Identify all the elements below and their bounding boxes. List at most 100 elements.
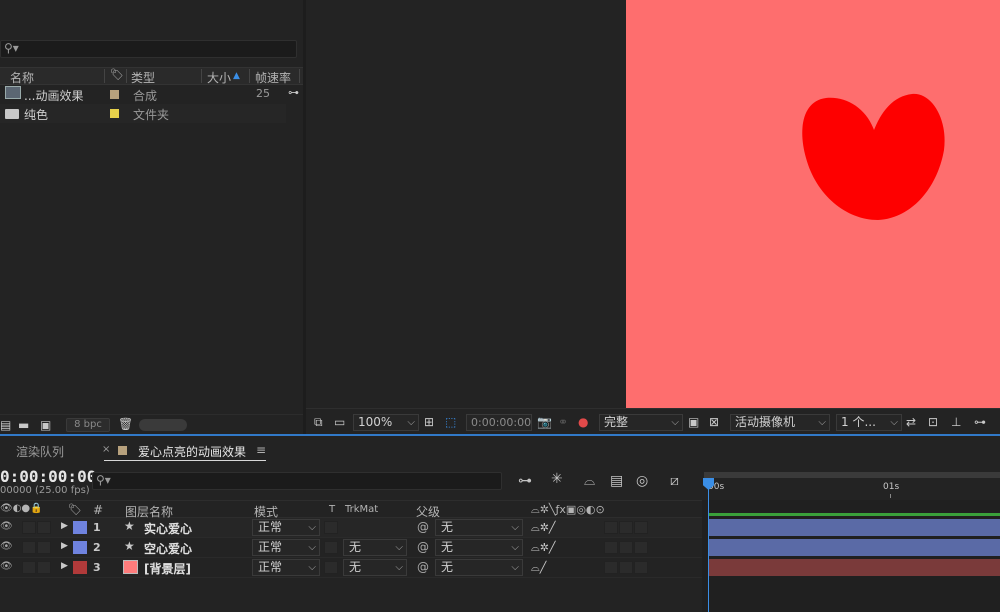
fit-to-frame-icon[interactable]: ⊞ <box>424 415 434 429</box>
resolution-dropdown[interactable]: 完整 ⌵ <box>599 414 683 431</box>
blend-mode-dropdown[interactable]: 正常 ⌵ <box>252 559 320 576</box>
parent-dropdown[interactable]: 无 ⌵ <box>435 559 523 576</box>
draft-3d-icon[interactable]: ✳ <box>551 471 563 487</box>
audio-switch[interactable] <box>22 561 36 574</box>
expand-arrow-icon[interactable]: ▶ <box>61 541 68 551</box>
layer-2-duration-bar[interactable] <box>708 539 1000 556</box>
lock-switch[interactable] <box>37 541 51 554</box>
region-of-interest-icon[interactable]: ▣ <box>688 415 699 429</box>
expand-arrow-icon[interactable]: ▶ <box>61 561 68 571</box>
tab-render-queue[interactable]: 渲染队列 <box>16 443 64 460</box>
switch-box[interactable] <box>619 521 633 534</box>
show-snapshot-icon[interactable]: ⚭ <box>558 415 568 429</box>
layer-switches[interactable]: ⌓✲╱ <box>531 541 556 555</box>
graph-editor-icon[interactable]: ⧄ <box>670 473 679 489</box>
label-color-swatch[interactable] <box>110 109 119 118</box>
flowchart-icon[interactable]: ⊶ <box>288 86 299 99</box>
switch-box[interactable] <box>604 561 618 574</box>
zoom-dropdown[interactable]: 100% ⌵ <box>353 414 419 431</box>
interpret-footage-icon[interactable]: ▤ <box>0 418 11 432</box>
label-tag-icon[interactable]: 🏷 <box>68 503 82 516</box>
layer-label-color[interactable] <box>73 561 87 574</box>
audio-switch[interactable] <box>22 541 36 554</box>
project-item-comp[interactable]: ...动画效果 合成 25 <box>0 85 286 104</box>
comp-mini-flowchart-icon[interactable]: ⊶ <box>518 473 532 489</box>
switch-box[interactable] <box>634 561 648 574</box>
work-area-bar[interactable] <box>704 472 1000 478</box>
composition-canvas[interactable] <box>626 0 1000 408</box>
project-search-input[interactable]: ⚲▾ <box>0 40 297 58</box>
switch-box[interactable] <box>634 521 648 534</box>
preserve-transparency-switch[interactable] <box>324 521 338 534</box>
expand-arrow-icon[interactable]: ▶ <box>61 521 68 531</box>
parent-dropdown[interactable]: 无 ⌵ <box>435 519 523 536</box>
lock-switch[interactable] <box>37 561 51 574</box>
channels-icon[interactable]: ● <box>578 415 588 429</box>
toggle-transparency-icon[interactable]: ⊠ <box>709 415 719 429</box>
tab-composition[interactable]: 爱心点亮的动画效果 <box>138 443 246 460</box>
transparency-grid-icon[interactable]: ⬚ <box>445 415 456 429</box>
column-size[interactable]: 大小 <box>207 69 231 86</box>
label-color-swatch[interactable] <box>110 90 119 99</box>
column-name[interactable]: 名称 <box>10 69 34 86</box>
switch-box[interactable] <box>604 521 618 534</box>
timeline-icon[interactable]: ⊥ <box>951 415 961 429</box>
layer-name[interactable]: 空心爱心 <box>144 540 192 557</box>
column-number[interactable]: # <box>93 503 103 517</box>
visibility-eye-icon[interactable]: 👁 <box>0 541 13 552</box>
switch-box[interactable] <box>619 541 633 554</box>
layer-switches[interactable]: ⌓╱ <box>531 561 546 575</box>
preserve-transparency-switch[interactable] <box>324 541 338 554</box>
layer-name[interactable]: [背景层] <box>144 560 191 577</box>
flowchart-icon[interactable]: ⊶ <box>974 415 986 429</box>
trash-icon[interactable]: 🗑 <box>118 417 133 431</box>
layer-3-duration-bar[interactable] <box>708 559 1000 576</box>
layer-label-color[interactable] <box>73 521 87 534</box>
new-folder-icon[interactable]: ▬ <box>18 418 29 432</box>
trkmat-dropdown[interactable]: 无 ⌵ <box>343 539 407 556</box>
pick-whip-icon[interactable]: @ <box>417 560 429 574</box>
bit-depth-button[interactable]: 8 bpc <box>66 418 110 432</box>
layer-search-input[interactable]: ⚲▾ <box>92 472 502 490</box>
lock-switch[interactable] <box>37 521 51 534</box>
blend-mode-dropdown[interactable]: 正常 ⌵ <box>252 519 320 536</box>
timeline-track-area[interactable] <box>702 500 1000 612</box>
fast-preview-icon[interactable]: ⊡ <box>928 415 938 429</box>
switch-box[interactable] <box>604 541 618 554</box>
views-dropdown[interactable]: 1 个... ⌵ <box>836 414 902 431</box>
column-type[interactable]: 类型 <box>131 69 155 86</box>
trkmat-dropdown[interactable]: 无 ⌵ <box>343 559 407 576</box>
visibility-eye-icon[interactable]: 👁 <box>0 561 13 572</box>
blend-mode-dropdown[interactable]: 正常 ⌵ <box>252 539 320 556</box>
layer-name[interactable]: 实心爱心 <box>144 520 192 537</box>
motion-blur-icon[interactable]: ◎ <box>636 473 648 489</box>
thumbnail-scrollbar[interactable] <box>139 419 187 431</box>
audio-switch[interactable] <box>22 521 36 534</box>
layer-row-2[interactable]: 👁 ▶ 2 ★ 空心爱心 正常 ⌵ 无 ⌵ @ 无 ⌵ ⌓✲╱ <box>0 538 702 558</box>
label-tag-icon[interactable]: 🏷 <box>110 68 124 81</box>
layer-row-1[interactable]: 👁 ▶ 1 ★ 实心爱心 正常 ⌵ @ 无 ⌵ ⌓✲╱ <box>0 518 702 538</box>
switch-box[interactable] <box>634 541 648 554</box>
layer-label-color[interactable] <box>73 541 87 554</box>
snapshot-camera-icon[interactable]: 📷 <box>537 415 552 429</box>
monitor-icon[interactable]: ▭ <box>334 415 345 429</box>
playhead-line[interactable] <box>708 480 709 612</box>
layer-row-3[interactable]: 👁 ▶ 3 [背景层] 正常 ⌵ 无 ⌵ @ 无 ⌵ ⌓╱ <box>0 558 702 578</box>
toggle-pixel-aspect-icon[interactable]: ⇄ <box>906 415 916 429</box>
pick-whip-icon[interactable]: @ <box>417 520 429 534</box>
switch-box[interactable] <box>619 561 633 574</box>
current-time-field[interactable]: 0:00:00:00 <box>466 414 532 431</box>
preserve-transparency-switch[interactable] <box>324 561 338 574</box>
pick-whip-icon[interactable]: @ <box>417 540 429 554</box>
new-composition-icon[interactable]: ▣ <box>40 418 51 432</box>
frame-blending-icon[interactable]: ▤ <box>610 473 623 489</box>
panel-menu-icon[interactable]: ≡ <box>256 443 266 457</box>
column-t[interactable]: T <box>329 504 335 515</box>
layer-switches-icon[interactable]: ⌓✲╲ƒx▣◎◐⊙ <box>531 503 605 517</box>
visibility-eye-icon[interactable]: 👁 <box>0 521 13 532</box>
current-time-display[interactable]: 0:00:00:00 <box>0 467 96 486</box>
shy-layers-icon[interactable]: ⌓ <box>584 473 595 489</box>
time-ruler[interactable]: 00s 01s <box>704 470 1000 500</box>
always-preview-icon[interactable]: ⧉ <box>314 415 323 430</box>
camera-dropdown[interactable]: 活动摄像机 ⌵ <box>730 414 830 431</box>
